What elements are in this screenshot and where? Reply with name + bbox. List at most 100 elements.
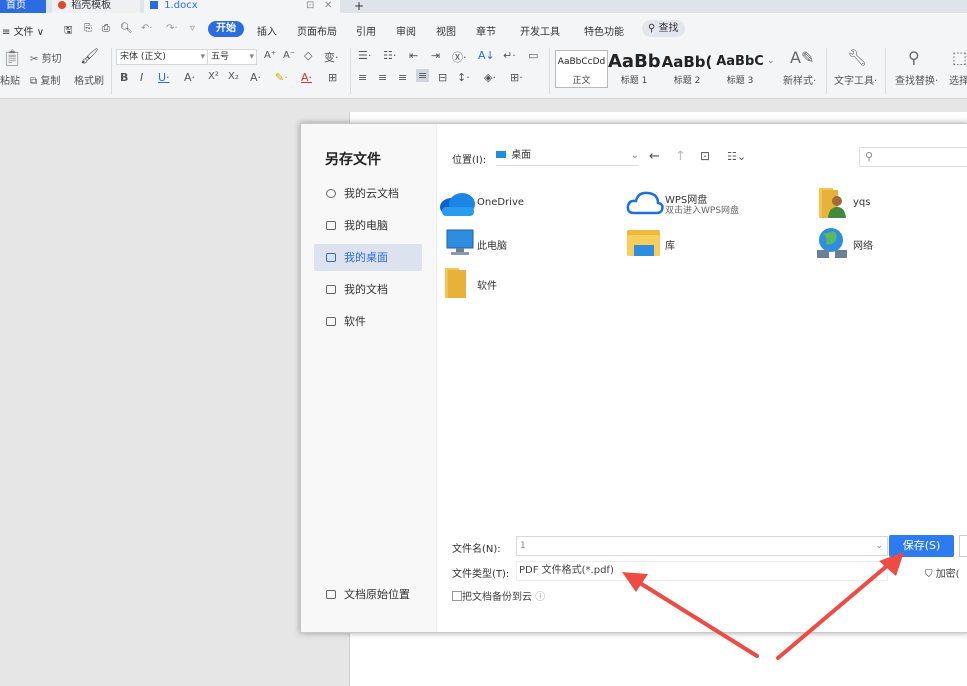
- indent-icon[interactable]: ⇥: [431, 49, 440, 62]
- highlight-icon[interactable]: ✎·: [275, 71, 288, 84]
- shading-icon[interactable]: ◈·: [484, 71, 496, 84]
- font-size-select[interactable]: 五号 ▾: [207, 49, 257, 65]
- filetype-select[interactable]: PDF 文件格式(*.pdf): [516, 561, 888, 581]
- style-normal[interactable]: AaBbCcDd 正文: [555, 50, 608, 88]
- menu-insert[interactable]: 插入: [257, 23, 277, 38]
- backup-cloud-checkbox[interactable]: 把文档备份到云 ⓘ: [452, 588, 545, 603]
- new-style-icon[interactable]: A✎: [790, 48, 814, 67]
- subscript-icon[interactable]: X₂: [228, 71, 239, 82]
- file-item-this-pc[interactable]: 此电脑: [437, 226, 607, 260]
- menu-features[interactable]: 特色功能: [584, 23, 624, 38]
- sidebar-item-my-desktop[interactable]: 我的桌面: [314, 244, 422, 271]
- bullet-list-icon[interactable]: ☰·: [358, 49, 371, 62]
- file-item-wps-cloud[interactable]: WPS网盘 双击进入WPS网盘: [625, 186, 795, 220]
- cut-button[interactable]: ✂ 剪切: [30, 50, 62, 65]
- italic-icon[interactable]: I: [140, 71, 143, 84]
- sidebar-item-my-computer[interactable]: 我的电脑: [314, 212, 422, 239]
- outdent-icon[interactable]: ⇤: [409, 49, 418, 62]
- print-preview-icon[interactable]: 🔍︎: [120, 23, 133, 34]
- chinese-layout-icon[interactable]: Ⓧ·: [452, 49, 467, 65]
- table-icon[interactable]: ▭: [528, 49, 538, 62]
- justify-icon[interactable]: ≡: [416, 69, 430, 82]
- font-grow-icon[interactable]: A⁺: [264, 50, 276, 61]
- clear-format-icon[interactable]: ◇: [304, 49, 312, 62]
- format-painter-icon[interactable]: 🖌︎: [80, 47, 99, 65]
- dialog-search-input[interactable]: ⚲: [859, 147, 967, 167]
- paste-icon[interactable]: 📋︎: [2, 48, 22, 67]
- sidebar-item-cloud-docs[interactable]: 我的云文档: [314, 180, 422, 207]
- select-icon[interactable]: ⬚: [952, 48, 967, 67]
- view-mode-icon[interactable]: ☷⌄: [727, 150, 746, 163]
- redo-icon[interactable]: ↷·: [166, 23, 178, 34]
- sort-icon[interactable]: A↓: [478, 49, 495, 62]
- line-spacing-icon[interactable]: ↕·: [457, 71, 470, 84]
- cancel-button[interactable]: [959, 535, 967, 557]
- char-border-icon[interactable]: ⊞: [328, 71, 337, 84]
- export-icon[interactable]: ⎘: [84, 23, 92, 34]
- bold-icon[interactable]: B: [120, 71, 128, 84]
- show-marks-icon[interactable]: ↵·: [503, 49, 516, 62]
- sidebar-item-my-documents[interactable]: 我的文档: [314, 276, 422, 303]
- menu-search[interactable]: ⚲ 查找: [642, 20, 685, 37]
- file-item-onedrive[interactable]: OneDrive: [437, 186, 607, 220]
- menu-review[interactable]: 审阅: [396, 23, 416, 38]
- quick-save-icon[interactable]: 🖫: [64, 23, 73, 40]
- superscript-icon[interactable]: X²: [208, 71, 219, 82]
- tab-template[interactable]: 稻壳模板: [52, 0, 140, 13]
- menu-page-layout[interactable]: 页面布局: [297, 23, 337, 38]
- find-replace-icon[interactable]: ⚲: [908, 48, 920, 67]
- undo-icon[interactable]: ↶·: [141, 23, 153, 34]
- align-right-icon[interactable]: ≡: [398, 71, 407, 84]
- font-shrink-icon[interactable]: A⁻: [283, 50, 295, 61]
- copy-button[interactable]: ⧉ 复制: [30, 72, 60, 87]
- text-effect-icon[interactable]: A·: [250, 71, 261, 84]
- file-item-library[interactable]: 库: [625, 226, 795, 260]
- back-icon[interactable]: ←: [649, 149, 660, 164]
- text-tools-button[interactable]: 文字工具·: [834, 72, 877, 87]
- menu-developer[interactable]: 开发工具: [520, 23, 560, 38]
- up-icon[interactable]: ↑: [675, 149, 686, 164]
- tab-home[interactable]: 首页: [0, 0, 46, 13]
- menu-chapter[interactable]: 章节: [476, 23, 496, 38]
- new-tab-button[interactable]: +: [354, 0, 368, 13]
- align-left-icon[interactable]: ≡: [358, 71, 367, 84]
- text-tools-icon[interactable]: 🔧︎: [847, 48, 867, 67]
- tab-document[interactable]: 1.docx ⊡ ✕: [144, 0, 340, 13]
- styles-more-icon[interactable]: ⌄: [767, 56, 775, 66]
- sidebar-item-software[interactable]: 软件: [314, 308, 422, 335]
- number-list-icon[interactable]: ☷·: [383, 49, 396, 62]
- find-replace-button[interactable]: 查找替换·: [895, 72, 938, 87]
- style-heading-2[interactable]: AaBb( 标题 2: [660, 50, 714, 88]
- style-heading-3[interactable]: AaBbC 标题 3: [713, 50, 767, 88]
- customize-icon[interactable]: ▿: [190, 23, 195, 34]
- font-name-select[interactable]: 宋体 (正文) ▾: [116, 49, 208, 65]
- file-item-yqs[interactable]: yqs: [813, 186, 953, 220]
- borders-icon[interactable]: ⊞·: [510, 71, 523, 84]
- paste-label[interactable]: 粘贴: [0, 72, 20, 87]
- menu-view[interactable]: 视图: [436, 23, 456, 38]
- close-tab-icon[interactable]: ✕: [324, 0, 332, 12]
- distribute-icon[interactable]: ⊟: [438, 71, 447, 84]
- select-button[interactable]: 选择: [949, 72, 967, 87]
- sidebar-item-original-location[interactable]: 文档原始位置: [314, 581, 422, 608]
- file-item-network[interactable]: 网络: [813, 226, 953, 260]
- pin-icon[interactable]: ⊡: [306, 0, 314, 12]
- font-color-icon[interactable]: A·: [301, 71, 312, 84]
- underline-icon[interactable]: U·: [158, 71, 170, 84]
- filename-input[interactable]: 1 ⌄: [516, 536, 888, 556]
- print-icon[interactable]: ⎙: [102, 23, 110, 34]
- encrypt-button[interactable]: ⛉ 加密(: [925, 565, 960, 580]
- style-heading-1[interactable]: AaBb 标题 1: [607, 50, 661, 88]
- save-button[interactable]: 保存(S): [889, 535, 954, 557]
- new-folder-icon[interactable]: ⊡: [700, 149, 710, 163]
- format-painter-label[interactable]: 格式刷: [74, 72, 104, 87]
- menu-file[interactable]: ≡ 文件 ∨: [2, 23, 44, 38]
- file-item-software[interactable]: 软件: [437, 266, 607, 300]
- phonetic-icon[interactable]: 变·: [324, 49, 339, 65]
- location-select[interactable]: 桌面 ⌄: [496, 147, 639, 166]
- menu-references[interactable]: 引用: [356, 23, 376, 38]
- strikethrough-icon[interactable]: A·: [184, 71, 195, 84]
- align-center-icon[interactable]: ≡: [378, 71, 387, 84]
- new-style-button[interactable]: 新样式·: [783, 72, 816, 87]
- menu-start[interactable]: 开始: [208, 21, 244, 37]
